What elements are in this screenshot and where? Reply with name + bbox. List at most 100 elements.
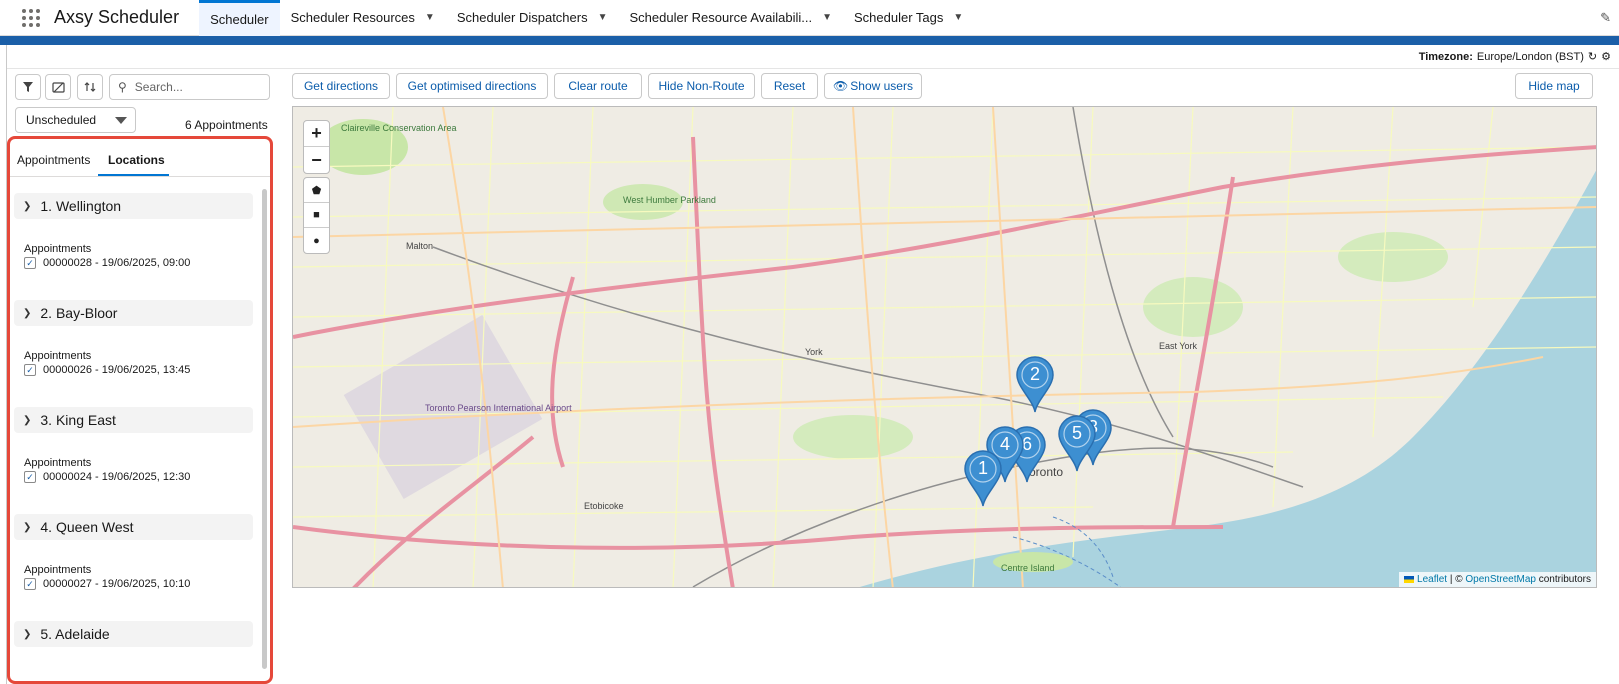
map-label-pearson: Toronto Pearson International Airport	[425, 403, 572, 413]
nav-tab-scheduler-resources[interactable]: Scheduler Resources ▼	[280, 0, 446, 36]
get-directions-button[interactable]: Get directions	[292, 73, 390, 99]
map-label-etobicoke: Etobicoke	[584, 501, 624, 511]
header-banner	[0, 36, 1619, 45]
nav-tab-scheduler-resource-availability[interactable]: Scheduler Resource Availabili... ▼	[619, 0, 844, 36]
location-header[interactable]: ❯ 4. Queen West	[14, 514, 253, 540]
location-header[interactable]: ❯ 1. Wellington	[14, 193, 253, 219]
location-group-2: ❯ 2. Bay-Bloor Appointments ✓ 00000026 - 1…	[14, 300, 253, 376]
active-tab-indicator	[98, 174, 169, 176]
appointment-item[interactable]: ✓ 00000027 - 19/06/2025, 10:10	[24, 578, 190, 590]
search-placeholder: Search...	[134, 80, 183, 94]
hide-map-button[interactable]: Hide map	[1515, 73, 1593, 99]
get-optimised-directions-button[interactable]: Get optimised directions	[396, 73, 548, 99]
chevron-down-icon[interactable]: ❯	[23, 522, 31, 533]
show-users-button[interactable]: 👁 Show users	[824, 73, 922, 99]
location-group-1: ❯ 1. Wellington Appointments ✓ 00000028 - …	[14, 193, 253, 269]
hide-non-route-button[interactable]: Hide Non-Route	[648, 73, 755, 99]
chevron-down-icon[interactable]: ❯	[23, 629, 31, 640]
locations-panel: Appointments Locations ❯ 1. Wellington Ap…	[7, 136, 273, 684]
refresh-icon[interactable]: ↻	[1588, 50, 1597, 63]
map-label-west-humber: West Humber Parkland	[623, 195, 716, 205]
draw-rectangle-icon[interactable]: ■	[304, 203, 329, 228]
location-header[interactable]: ❯ 5. Adelaide	[14, 621, 253, 647]
panel-tabs: Appointments Locations	[10, 139, 270, 177]
sort-button[interactable]	[77, 74, 103, 100]
map-marker-2[interactable]: 2	[1015, 355, 1055, 413]
zoom-in-button[interactable]: +	[304, 121, 329, 147]
zoom-control: + −	[303, 120, 330, 174]
gear-icon[interactable]: ⚙	[1601, 50, 1611, 63]
app-name: Axsy Scheduler	[54, 7, 180, 27]
zoom-out-button[interactable]: −	[304, 147, 329, 173]
location-header[interactable]: ❯ 2. Bay-Bloor	[14, 300, 253, 326]
draw-control: ⬟ ■ ●	[303, 177, 330, 254]
search-input[interactable]: ⚲ Search...	[109, 74, 270, 100]
nav-tab-scheduler-dispatchers[interactable]: Scheduler Dispatchers ▼	[446, 0, 619, 36]
checkbox[interactable]: ✓	[24, 257, 36, 269]
appointment-item[interactable]: ✓ 00000026 - 19/06/2025, 13:45	[24, 364, 190, 376]
map-tiles	[293, 107, 1596, 587]
tab-locations[interactable]: Locations	[108, 153, 165, 167]
panel-scrollbar[interactable]	[262, 189, 267, 669]
filter-off-icon	[51, 81, 65, 93]
sort-icon	[84, 82, 96, 92]
eye-icon: 👁	[833, 79, 849, 93]
location-group-5: ❯ 5. Adelaide	[14, 621, 253, 647]
map-marker-1[interactable]: 1	[963, 449, 1003, 507]
filter-button[interactable]	[15, 74, 41, 100]
chevron-down-icon[interactable]: ❯	[23, 201, 31, 212]
location-header[interactable]: ❯ 3. King East	[14, 407, 253, 433]
chevron-down-icon[interactable]: ▼	[953, 12, 963, 23]
marker-number: 5	[1071, 423, 1082, 443]
map-attribution: Leaflet | © OpenStreetMap contributors	[1399, 572, 1596, 587]
map-marker-5[interactable]: 5	[1057, 414, 1097, 472]
clear-route-button[interactable]: Clear route	[554, 73, 642, 99]
appointment-item[interactable]: ✓ 00000024 - 19/06/2025, 12:30	[24, 471, 190, 483]
attribution-suffix: contributors	[1538, 574, 1591, 585]
appointment-item[interactable]: ✓ 00000028 - 19/06/2025, 09:00	[24, 257, 190, 269]
appointment-text: 00000028 - 19/06/2025, 09:00	[43, 257, 191, 269]
filter-icon	[23, 82, 33, 92]
nav-tab-scheduler[interactable]: Scheduler	[199, 0, 280, 36]
chevron-down-icon[interactable]: ❯	[23, 308, 31, 319]
marker-number: 2	[1029, 364, 1040, 384]
edit-pencil-icon[interactable]: ✎	[1600, 10, 1611, 26]
reset-button[interactable]: Reset	[761, 73, 818, 99]
location-name: 2. Bay-Bloor	[40, 305, 118, 321]
nav-tab-scheduler-tags[interactable]: Scheduler Tags ▼	[843, 0, 974, 36]
draw-polygon-icon[interactable]: ⬟	[304, 178, 329, 203]
marker-number: 1	[977, 458, 988, 478]
chevron-down-icon[interactable]: ▼	[425, 12, 435, 23]
map-label-east-york: East York	[1159, 341, 1198, 351]
status-filter-select[interactable]: Unscheduled	[15, 107, 136, 133]
appointments-label: Appointments	[24, 243, 92, 255]
route-map[interactable]: Claireville Conservation Area Malton Wes…	[292, 106, 1597, 588]
hide-filter-button[interactable]	[45, 74, 71, 100]
location-name: 1. Wellington	[40, 198, 122, 214]
status-filter-value: Unscheduled	[26, 113, 97, 127]
appointments-label: Appointments	[24, 350, 92, 362]
draw-circle-icon[interactable]: ●	[304, 228, 329, 253]
chevron-down-icon[interactable]: ❯	[23, 415, 31, 426]
chevron-down-icon[interactable]: ▼	[598, 12, 608, 23]
timezone-label: Timezone:	[1418, 50, 1473, 63]
checkbox[interactable]: ✓	[24, 471, 36, 483]
location-group-4: ❯ 4. Queen West Appointments ✓ 00000027 - …	[14, 514, 253, 590]
leaflet-link[interactable]: Leaflet	[1417, 574, 1447, 585]
checkbox[interactable]: ✓	[24, 578, 36, 590]
appointment-text: 00000024 - 19/06/2025, 12:30	[43, 471, 191, 483]
appointment-text: 00000026 - 19/06/2025, 13:45	[43, 364, 191, 376]
chevron-down-icon[interactable]: ▼	[822, 12, 832, 23]
osm-link[interactable]: OpenStreetMap	[1465, 574, 1536, 585]
location-group-3: ❯ 3. King East Appointments ✓ 00000024 - 1…	[14, 407, 253, 483]
nav-tab-label: Scheduler Resources	[290, 10, 415, 25]
map-label-malton: Malton	[406, 241, 434, 251]
ukraine-flag-icon	[1404, 575, 1415, 583]
app-launcher-icon[interactable]	[20, 7, 42, 29]
checkbox[interactable]: ✓	[24, 364, 36, 376]
appointment-text: 00000027 - 19/06/2025, 10:10	[43, 578, 191, 590]
map-label-claireville: Claireville Conservation Area	[341, 123, 457, 133]
tab-appointments[interactable]: Appointments	[17, 153, 90, 167]
timezone-value: Europe/London (BST)	[1476, 50, 1584, 63]
location-name: 4. Queen West	[40, 519, 134, 535]
